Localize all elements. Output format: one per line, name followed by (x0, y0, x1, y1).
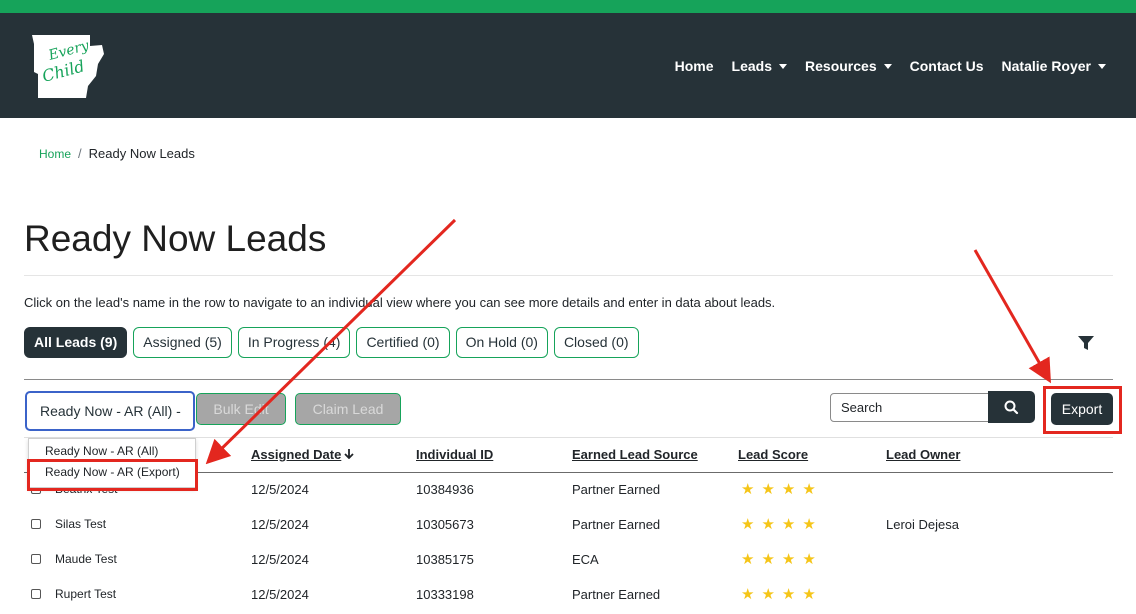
lead-name-link[interactable]: Maude Test (55, 552, 117, 566)
row-checkbox[interactable] (31, 554, 41, 564)
star-icon: ★ (761, 516, 775, 533)
sort-down-icon (344, 449, 354, 459)
nav-item-label: Natalie Royer (1001, 58, 1091, 74)
star-icon: ★ (741, 481, 755, 498)
nav-item-resources[interactable]: Resources (805, 58, 892, 74)
tab-assigned[interactable]: Assigned (5) (133, 327, 232, 358)
star-icon: ★ (802, 551, 816, 568)
breadcrumb-separator: / (78, 146, 82, 161)
lead-status-tabs: All Leads (9) Assigned (5) In Progress (4)… (24, 327, 645, 358)
star-icon: ★ (781, 481, 796, 498)
annotation-arrow-to-export-button (973, 249, 1051, 384)
earned-lead-source-cell: Partner Earned (572, 587, 661, 602)
breadcrumb-current: Ready Now Leads (88, 146, 195, 161)
nav-item-leads[interactable]: Leads (731, 58, 788, 74)
title-divider (24, 275, 1113, 276)
lead-owner-cell: Leroi Dejesa (886, 517, 959, 532)
table-row: Silas Test 12/5/2024 10305673 Partner Earne… (0, 508, 1136, 543)
lead-score-stars: ★ ★ ★ ★ (741, 552, 823, 567)
star-icon: ★ (741, 551, 755, 568)
individual-id-cell: 10384936 (416, 482, 474, 497)
star-icon: ★ (761, 586, 775, 603)
lead-name-link[interactable]: Rupert Test (55, 587, 116, 601)
lead-score-stars: ★ ★ ★ ★ (741, 587, 823, 602)
every-child-logo[interactable]: Every Child (30, 32, 110, 100)
caret-down-icon (883, 63, 892, 69)
nav-item-natalie-royer[interactable]: Natalie Royer (1002, 58, 1106, 74)
row-checkbox[interactable] (31, 589, 41, 599)
search-icon (1004, 400, 1019, 415)
individual-id-cell: 10305673 (416, 517, 474, 532)
caret-down-icon (779, 63, 788, 69)
nav-item-label: Home (674, 58, 714, 74)
claim-lead-button[interactable]: Claim Lead (295, 393, 401, 425)
tab-on-hold[interactable]: On Hold (0) (455, 327, 548, 358)
star-icon: ★ (802, 481, 816, 498)
filter-icon[interactable] (1077, 335, 1095, 351)
tab-certified[interactable]: Certified (0) (356, 327, 450, 358)
search-button[interactable] (988, 391, 1035, 423)
star-icon: ★ (741, 516, 755, 533)
breadcrumb-home-link[interactable]: Home (39, 147, 71, 161)
search-input[interactable] (830, 393, 990, 422)
column-header-individual-id[interactable]: Individual ID (416, 447, 493, 462)
table-row: Rupert Test 12/5/2024 10333198 Partner Earn… (0, 578, 1136, 613)
earned-lead-source-cell: ECA (572, 552, 599, 567)
assigned-date-cell: 12/5/2024 (251, 482, 309, 497)
star-icon: ★ (781, 551, 796, 568)
tab-in-progress[interactable]: In Progress (4) (237, 327, 351, 358)
lead-score-stars: ★ ★ ★ ★ (741, 517, 823, 532)
top-accent-bar (0, 0, 1136, 13)
column-header-lead-owner[interactable]: Lead Owner (886, 447, 960, 462)
star-icon: ★ (802, 516, 816, 533)
nav-item-label: Leads (731, 58, 773, 74)
individual-id-cell: 10333198 (416, 587, 474, 602)
table-row: Maude Test 12/5/2024 10385175 ECA ★ ★ ★ ★ (0, 543, 1136, 578)
star-icon: ★ (761, 481, 775, 498)
assigned-date-cell: 12/5/2024 (251, 517, 309, 532)
nav-item-home[interactable]: Home (675, 58, 714, 74)
nav-item-label: Resources (805, 58, 877, 74)
column-header-assigned-date[interactable]: Assigned Date (251, 447, 354, 462)
star-icon: ★ (741, 586, 755, 603)
earned-lead-source-cell: Partner Earned (572, 482, 661, 497)
navbar: Every Child Home Leads Resources Contact Us… (0, 13, 1136, 118)
bulk-edit-button[interactable]: Bulk Edit (196, 393, 286, 425)
caret-down-icon (1098, 63, 1106, 69)
individual-id-cell: 10385175 (416, 552, 474, 567)
tab-all-leads[interactable]: All Leads (9) (24, 327, 128, 358)
star-icon: ★ (761, 551, 775, 568)
star-icon: ★ (781, 516, 796, 533)
lead-view-select[interactable]: Ready Now - AR (All) - (25, 391, 195, 431)
toolbar-divider (24, 379, 1113, 380)
column-header-earned-lead-source[interactable]: Earned Lead Source (572, 447, 698, 462)
annotation-highlight-export-button (1043, 386, 1122, 434)
breadcrumb: Home / Ready Now Leads (39, 146, 195, 161)
lead-name-link[interactable]: Silas Test (55, 517, 106, 531)
star-icon: ★ (802, 586, 816, 603)
star-icon: ★ (781, 586, 796, 603)
intro-text: Click on the lead's name in the row to n… (24, 295, 776, 310)
tab-closed[interactable]: Closed (0) (553, 327, 639, 358)
page-title: Ready Now Leads (24, 218, 327, 259)
nav-item-contact-us[interactable]: Contact Us (910, 58, 984, 74)
annotation-highlight-export-option (27, 459, 198, 491)
assigned-date-cell: 12/5/2024 (251, 587, 309, 602)
assigned-date-cell: 12/5/2024 (251, 552, 309, 567)
row-checkbox[interactable] (31, 519, 41, 529)
nav-item-label: Contact Us (909, 58, 984, 74)
main-nav: Home Leads Resources Contact Us Natalie Roye… (657, 58, 1106, 74)
column-header-lead-score[interactable]: Lead Score (738, 447, 808, 462)
earned-lead-source-cell: Partner Earned (572, 517, 661, 532)
lead-score-stars: ★ ★ ★ ★ (741, 482, 823, 497)
assigned-date-label: Assigned Date (251, 447, 342, 462)
